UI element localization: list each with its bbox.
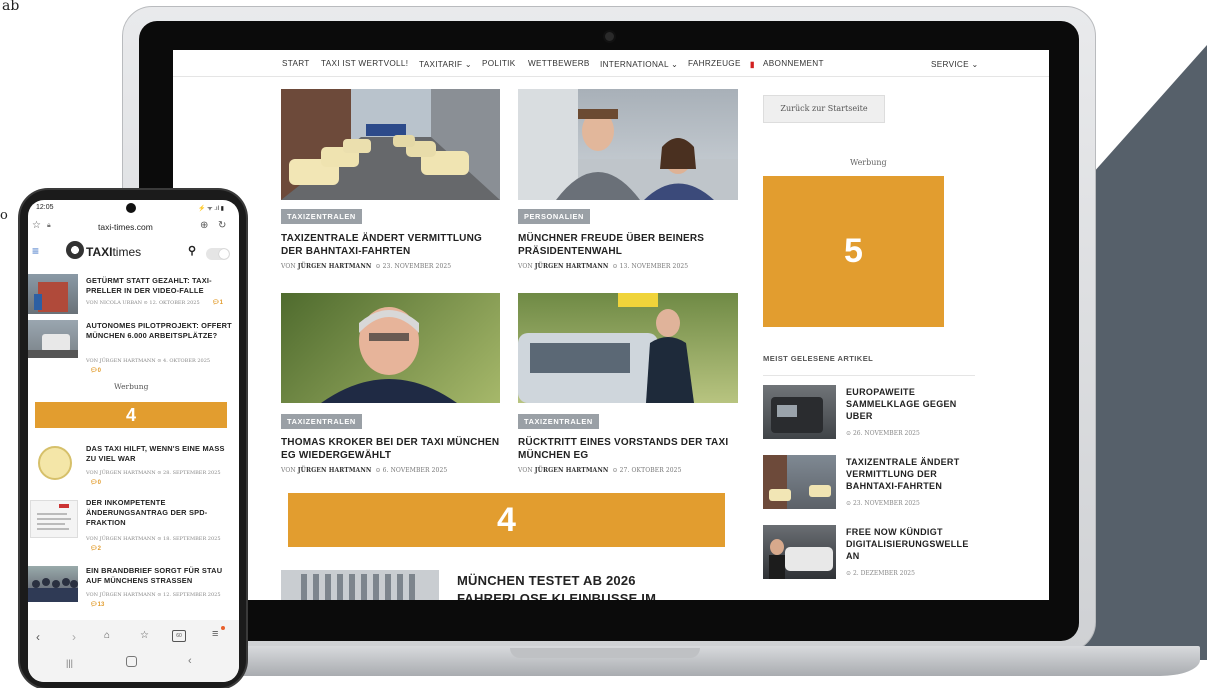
search-icon[interactable]: ⚲ bbox=[188, 244, 196, 257]
most-read-thumb[interactable] bbox=[763, 385, 836, 439]
phone-screen: 12:05 ⚡ ᯤ .ıl ▮ ☆ 🔒︎ taxi-times.com ⊕ ↻ … bbox=[28, 200, 239, 682]
comment-count[interactable]: 💬︎13 bbox=[90, 601, 104, 608]
dark-mode-toggle[interactable] bbox=[206, 248, 230, 260]
reload-icon[interactable]: ↻ bbox=[218, 220, 226, 231]
tabs-icon[interactable]: 60 bbox=[172, 630, 186, 642]
nav-politik[interactable]: POLITIK bbox=[482, 59, 516, 68]
mobile-article-thumb[interactable] bbox=[30, 500, 78, 538]
most-read-title[interactable]: FREE NOW KÜNDIGT DIGITALISIERUNGSWELLE A… bbox=[846, 526, 971, 562]
mobile-article-meta: VON JÜRGEN HARTMANN ⊙ 18. SEPTEMBER 2025 bbox=[86, 536, 221, 542]
most-read-heading: MEIST GELESENE ARTIKEL bbox=[763, 354, 874, 363]
mobile-article-thumb[interactable] bbox=[28, 274, 78, 314]
article-image-building[interactable] bbox=[281, 570, 439, 600]
most-read-thumb[interactable] bbox=[763, 455, 836, 509]
status-icons: ⚡ ᯤ .ıl ▮ bbox=[198, 206, 224, 212]
corner-text: ab bbox=[2, 0, 20, 14]
article-image-people[interactable] bbox=[518, 89, 738, 200]
notification-dot bbox=[221, 626, 225, 630]
mobile-article-meta: VON JÜRGEN HARTMANN ⊙ 28. SEPTEMBER 2025 bbox=[86, 470, 221, 476]
most-read-title[interactable]: EUROPAWEITE SAMMELKLAGE GEGEN UBER bbox=[846, 386, 971, 422]
article-title[interactable]: MÜNCHNER FREUDE ÜBER BEINERS PRÄSIDENTEN… bbox=[518, 232, 738, 258]
category-tag[interactable]: TAXIZENTRALEN bbox=[281, 209, 362, 224]
recent-apps-icon[interactable]: ||| bbox=[66, 658, 73, 668]
ad-label: Werbung bbox=[850, 158, 887, 167]
download-icon[interactable]: ⊕ bbox=[200, 220, 208, 231]
article-image-taxi-driver[interactable] bbox=[518, 293, 738, 403]
article-meta: VON JÜRGEN HARTMANN ⊙ 23. NOVEMBER 2025 bbox=[281, 263, 452, 270]
divider bbox=[763, 375, 975, 376]
nav-start[interactable]: START bbox=[282, 59, 310, 68]
nav-wettbewerb[interactable]: WETTBEWERB bbox=[528, 59, 590, 68]
most-read-date: ⊙ 26. NOVEMBER 2025 bbox=[846, 430, 920, 437]
laptop-camera bbox=[603, 30, 616, 43]
nav-taxitarif[interactable]: TAXITARIF ⌄ bbox=[419, 59, 472, 69]
article-image-portrait[interactable] bbox=[281, 293, 500, 403]
comment-count[interactable]: 💬︎2 bbox=[90, 545, 101, 552]
mobile-article-thumb[interactable] bbox=[38, 446, 72, 480]
most-read-date: ⊙ 23. NOVEMBER 2025 bbox=[846, 500, 920, 507]
system-back-icon[interactable]: ‹ bbox=[188, 655, 192, 667]
front-camera bbox=[126, 203, 136, 213]
article-title[interactable]: THOMAS KROKER BEI DER TAXI MÜNCHEN EG WI… bbox=[281, 436, 501, 462]
ad-box-sidebar[interactable]: 5 bbox=[763, 176, 944, 327]
comment-count[interactable]: 💬︎0 bbox=[90, 479, 101, 486]
mobile-article-title[interactable]: GETÜRMT STATT GEZAHLT: TAXI-PRELLER IN D… bbox=[86, 276, 236, 296]
mobile-article-title[interactable]: AUTONOMES PILOTPROJEKT: OFFERT MÜNCHEN 6… bbox=[86, 321, 236, 341]
article-meta: VON JÜRGEN HARTMANN ⊙ 27. OKTOBER 2025 bbox=[518, 467, 682, 474]
star-icon[interactable]: ☆ bbox=[32, 220, 41, 231]
desktop-screen: START TAXI IST WERTVOLL! TAXITARIF ⌄ POL… bbox=[173, 50, 1049, 600]
laptop-base-notch bbox=[510, 648, 700, 658]
browser-bottom-bar bbox=[28, 620, 239, 682]
most-read-thumb[interactable] bbox=[763, 525, 836, 579]
nav-taxi-ist-wertvoll[interactable]: TAXI IST WERTVOLL! bbox=[321, 59, 408, 68]
comment-count[interactable]: 💬︎0 bbox=[90, 367, 101, 374]
nav-service[interactable]: SERVICE ⌄ bbox=[931, 59, 979, 69]
comment-count[interactable]: 💬︎1 bbox=[212, 299, 223, 306]
mobile-article-meta: VON JÜRGEN HARTMANN ⊙ 4. OKTOBER 2025 bbox=[86, 358, 211, 364]
mobile-article-thumb[interactable] bbox=[28, 320, 78, 358]
back-to-home-button[interactable]: Zurück zur Startseite bbox=[763, 95, 885, 123]
pdf-icon: ▮ bbox=[750, 60, 755, 69]
article-title[interactable]: MÜNCHEN TESTET AB 2026 FAHRERLOSE KLEINB… bbox=[457, 572, 707, 600]
article-title[interactable]: RÜCKTRITT EINES VORSTANDS DER TAXI MÜNCH… bbox=[518, 436, 738, 462]
side-letter: o bbox=[0, 208, 8, 223]
forward-icon[interactable]: › bbox=[72, 630, 76, 644]
menu-icon[interactable]: ≡ bbox=[32, 244, 39, 258]
article-meta: VON JÜRGEN HARTMANN ⊙ 13. NOVEMBER 2025 bbox=[518, 263, 689, 270]
site-logo[interactable]: TAXItimes bbox=[86, 245, 141, 259]
mobile-article-title[interactable]: DER INKOMPETENTE ÄNDERUNGSANTRAG DER SPD… bbox=[86, 498, 236, 528]
mobile-ad-banner[interactable]: 4 bbox=[35, 402, 227, 428]
mobile-article-title[interactable]: EIN BRANDBRIEF SORGT FÜR STAU AUF MÜNCHE… bbox=[86, 566, 238, 586]
article-meta: VON JÜRGEN HARTMANN ⊙ 6. NOVEMBER 2025 bbox=[281, 467, 448, 474]
home-button-icon[interactable] bbox=[126, 656, 137, 667]
status-time: 12:05 bbox=[36, 204, 54, 211]
ad-banner[interactable]: 4 bbox=[288, 493, 725, 547]
mobile-article-title[interactable]: DAS TAXI HILFT, WENN'S EINE MASS ZU VIEL… bbox=[86, 444, 236, 464]
nav-international[interactable]: INTERNATIONAL ⌄ bbox=[600, 59, 678, 69]
article-image-taxi-rank[interactable] bbox=[281, 89, 500, 200]
nav-fahrzeuge[interactable]: FAHRZEUGE bbox=[688, 59, 741, 68]
mobile-article-meta: VON NICOLA URBAN ⊙ 12. OKTOBER 2025 bbox=[86, 300, 200, 306]
home-icon[interactable]: ⌂ bbox=[104, 630, 110, 641]
ad-label: Werbung bbox=[114, 382, 149, 391]
most-read-title[interactable]: TAXIZENTRALE ÄNDERT VERMITTLUNG DER BAHN… bbox=[846, 456, 971, 492]
article-title[interactable]: TAXIZENTRALE ÄNDERT VERMITTLUNG DER BAHN… bbox=[281, 232, 501, 258]
lock-icon: 🔒︎ bbox=[47, 222, 51, 229]
url-field[interactable]: taxi-times.com bbox=[98, 222, 153, 232]
category-tag[interactable]: TAXIZENTRALEN bbox=[281, 414, 362, 429]
back-icon[interactable]: ‹ bbox=[36, 630, 40, 644]
mobile-article-meta: VON JÜRGEN HARTMANN ⊙ 12. SEPTEMBER 2025 bbox=[86, 592, 221, 598]
most-read-date: ⊙ 2. DEZEMBER 2025 bbox=[846, 570, 915, 577]
category-tag[interactable]: TAXIZENTRALEN bbox=[518, 414, 599, 429]
mobile-article-thumb[interactable] bbox=[28, 566, 78, 602]
logo-icon bbox=[66, 241, 84, 259]
bookmarks-icon[interactable]: ☆ bbox=[140, 630, 149, 641]
browser-menu-icon[interactable]: ≡ bbox=[212, 628, 218, 640]
category-tag[interactable]: PERSONALIEN bbox=[518, 209, 590, 224]
nav-abonnement[interactable]: ABONNEMENT bbox=[763, 59, 824, 68]
main-nav: START TAXI IST WERTVOLL! TAXITARIF ⌄ POL… bbox=[173, 50, 1049, 77]
